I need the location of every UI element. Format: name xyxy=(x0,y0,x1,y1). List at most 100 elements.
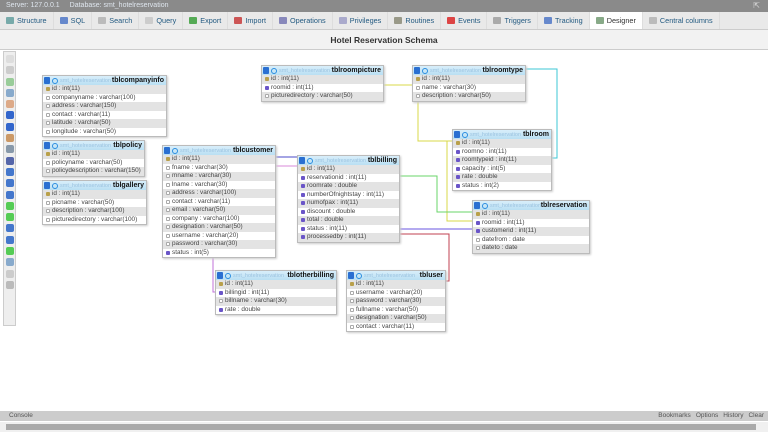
table-field[interactable]: discount : double xyxy=(298,208,399,217)
table-header[interactable]: smt_hotelreservation tblcompanyinfo xyxy=(43,76,166,85)
tab-privileges[interactable]: Privileges xyxy=(333,12,389,29)
table-field[interactable]: lname : varchar(30) xyxy=(163,181,275,190)
designer-tool-icon[interactable] xyxy=(5,134,14,143)
tab-routines[interactable]: Routines xyxy=(388,12,442,29)
table-field[interactable]: contact : varchar(11) xyxy=(163,198,275,207)
designer-tool-icon[interactable] xyxy=(5,213,14,222)
table-field[interactable]: id : int(11) xyxy=(347,280,445,289)
designer-tool-icon[interactable] xyxy=(5,156,14,165)
select-icon[interactable] xyxy=(172,147,178,154)
table-tbluser[interactable]: smt_hotelreservation tbluser id : int(11) u… xyxy=(346,270,446,332)
table-tblroom[interactable]: smt_hotelreservation tblroom id : int(11) r… xyxy=(452,129,552,191)
table-field[interactable]: address : varchar(150) xyxy=(43,102,166,111)
tab-import[interactable]: Import xyxy=(228,12,273,29)
table-header[interactable]: smt_hotelreservation tblroomtype xyxy=(413,66,525,75)
tab-structure[interactable]: Structure xyxy=(0,12,54,29)
table-field[interactable]: address : varchar(100) xyxy=(163,189,275,198)
tab-export[interactable]: Export xyxy=(183,12,229,29)
table-field[interactable]: id : int(11) xyxy=(473,210,589,219)
table-field[interactable]: username : varchar(20) xyxy=(163,232,275,241)
table-field[interactable]: status : int(2) xyxy=(453,182,551,191)
table-field[interactable]: policyname : varchar(50) xyxy=(43,159,144,168)
designer-tool-icon[interactable] xyxy=(5,77,14,86)
toggle-icon[interactable] xyxy=(164,147,170,154)
table-tblotherbilling[interactable]: smt_hotelreservation tblotherbilling id : … xyxy=(215,270,337,315)
table-field[interactable]: id : int(11) xyxy=(43,150,144,159)
table-field[interactable]: mname : varchar(30) xyxy=(163,172,275,181)
select-icon[interactable] xyxy=(271,67,277,74)
horizontal-scrollbar[interactable] xyxy=(0,422,768,432)
table-field[interactable]: numofpax : int(11) xyxy=(298,199,399,208)
designer-tool-icon[interactable] xyxy=(5,66,14,75)
table-field[interactable]: email : varchar(50) xyxy=(163,206,275,215)
table-header[interactable]: smt_hotelreservation tbluser xyxy=(347,271,445,280)
tab-events[interactable]: Events xyxy=(441,12,488,29)
table-field[interactable]: longitude : varchar(50) xyxy=(43,128,166,137)
table-field[interactable]: id : int(11) xyxy=(413,75,525,84)
table-field[interactable]: roomno : int(11) xyxy=(453,148,551,157)
toggle-icon[interactable] xyxy=(299,157,305,164)
table-tblpolicy[interactable]: smt_hotelreservation tblpolicy id : int(11… xyxy=(42,140,145,177)
designer-tool-icon[interactable] xyxy=(5,88,14,97)
tab-designer[interactable]: Designer xyxy=(589,12,643,29)
table-field[interactable]: datefrom : date xyxy=(473,236,589,245)
select-icon[interactable] xyxy=(52,182,58,189)
table-field[interactable]: id : int(11) xyxy=(453,139,551,148)
table-field[interactable]: roomid : int(11) xyxy=(473,219,589,228)
table-tblroomtype[interactable]: smt_hotelreservation tblroomtype id : int(… xyxy=(412,65,526,102)
table-header[interactable]: smt_hotelreservation tblpolicy xyxy=(43,141,144,150)
designer-tool-icon[interactable] xyxy=(5,167,14,176)
table-header[interactable]: smt_hotelreservation tblgallery xyxy=(43,181,146,190)
table-field[interactable]: processedby : int(11) xyxy=(298,233,399,242)
table-tblcustomer[interactable]: smt_hotelreservation tblcustomer id : int(… xyxy=(162,145,276,258)
table-field[interactable]: fullname : varchar(50) xyxy=(347,306,445,315)
select-icon[interactable] xyxy=(462,131,468,138)
select-icon[interactable] xyxy=(307,157,313,164)
toggle-icon[interactable] xyxy=(348,272,354,279)
table-field[interactable]: picturedirectory : varchar(50) xyxy=(262,92,383,101)
table-field[interactable]: id : int(11) xyxy=(43,190,146,199)
table-field[interactable]: id : int(11) xyxy=(262,75,383,84)
table-field[interactable]: name : varchar(30) xyxy=(413,84,525,93)
select-icon[interactable] xyxy=(482,202,488,209)
table-field[interactable]: status : int(11) xyxy=(298,225,399,234)
table-field[interactable]: rate : double xyxy=(216,306,336,315)
toggle-icon[interactable] xyxy=(414,67,420,74)
designer-tool-icon[interactable] xyxy=(5,100,14,109)
table-field[interactable]: username : varchar(20) xyxy=(347,289,445,298)
table-tblbilling[interactable]: smt_hotelreservation tblbilling id : int(1… xyxy=(297,155,400,243)
table-field[interactable]: contact : varchar(11) xyxy=(43,111,166,120)
table-field[interactable]: companyname : varchar(100) xyxy=(43,94,166,103)
console-bookmarks[interactable]: Bookmarks xyxy=(658,411,691,421)
table-tblcompanyinfo[interactable]: smt_hotelreservation tblcompanyinfo id : i… xyxy=(42,75,167,137)
designer-tool-icon[interactable] xyxy=(5,247,14,256)
designer-tool-icon[interactable] xyxy=(5,235,14,244)
table-field[interactable]: latitude : varchar(50) xyxy=(43,119,166,128)
table-field[interactable]: roomtypeid : int(11) xyxy=(453,156,551,165)
table-field[interactable]: rate : double xyxy=(453,173,551,182)
table-field[interactable]: id : int(11) xyxy=(163,155,275,164)
collapse-icon[interactable]: ⇱ xyxy=(753,0,760,12)
toggle-icon[interactable] xyxy=(44,77,50,84)
table-field[interactable]: password : varchar(30) xyxy=(163,240,275,249)
table-field[interactable]: fname : varchar(30) xyxy=(163,164,275,173)
tab-triggers[interactable]: Triggers xyxy=(487,12,538,29)
table-field[interactable]: password : varchar(30) xyxy=(347,297,445,306)
table-field[interactable]: billname : varchar(30) xyxy=(216,297,336,306)
console-clear[interactable]: Clear xyxy=(748,411,764,421)
select-icon[interactable] xyxy=(52,142,58,149)
tab-sql[interactable]: SQL xyxy=(54,12,93,29)
toggle-icon[interactable] xyxy=(44,142,50,149)
table-field[interactable]: picturedirectory : varchar(100) xyxy=(43,216,146,225)
tab-query[interactable]: Query xyxy=(139,12,184,29)
designer-tool-icon[interactable] xyxy=(5,55,14,63)
tab-tracking[interactable]: Tracking xyxy=(538,12,590,29)
designer-tool-icon[interactable] xyxy=(5,145,14,154)
console-toggle[interactable]: Console xyxy=(9,411,33,421)
table-header[interactable]: smt_hotelreservation tblroom xyxy=(453,130,551,139)
table-field[interactable]: designation : varchar(50) xyxy=(163,223,275,232)
table-field[interactable]: id : int(11) xyxy=(216,280,336,289)
designer-tool-icon[interactable] xyxy=(5,190,14,199)
table-field[interactable]: id : int(11) xyxy=(43,85,166,94)
table-field[interactable]: reservationid : int(11) xyxy=(298,174,399,183)
